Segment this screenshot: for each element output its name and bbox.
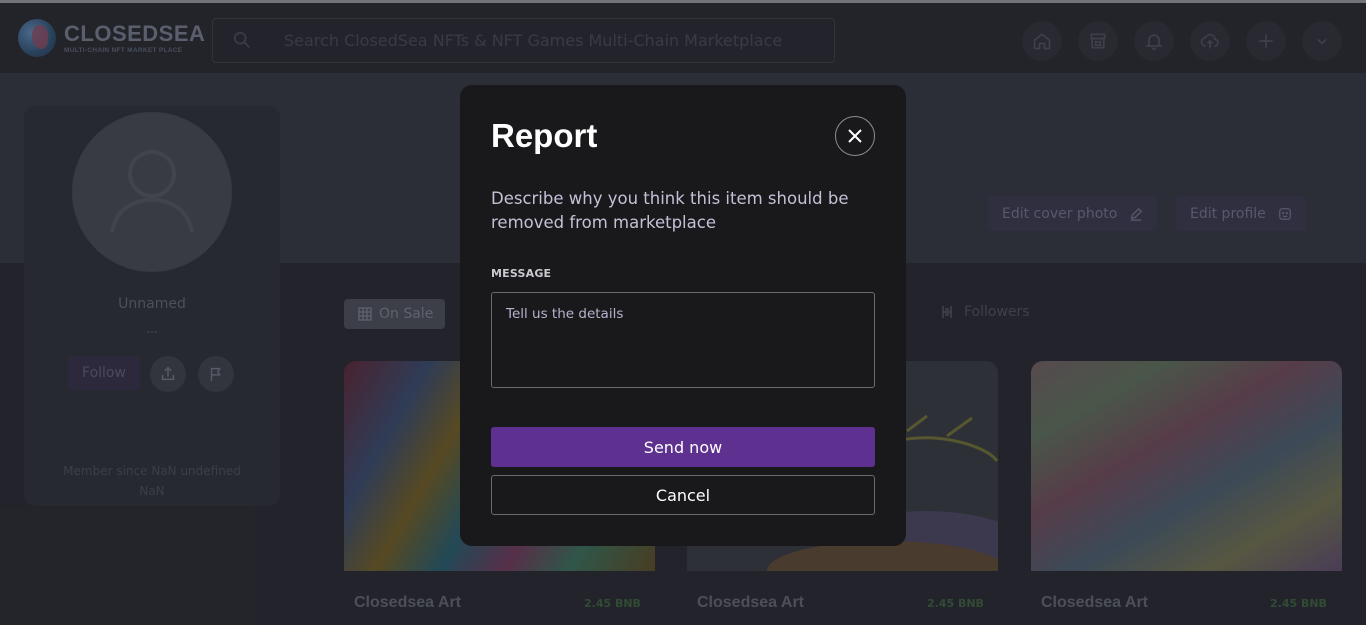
report-modal: Report Describe why you think this item … — [460, 85, 906, 546]
close-button[interactable] — [835, 116, 875, 156]
message-field — [491, 292, 875, 388]
message-label: MESSAGE — [491, 267, 552, 280]
close-icon — [848, 129, 862, 143]
message-textarea[interactable] — [492, 293, 874, 387]
send-now-button[interactable]: Send now — [491, 427, 875, 467]
cancel-button[interactable]: Cancel — [491, 475, 875, 515]
modal-title: Report — [491, 117, 598, 154]
modal-description: Describe why you think this item should … — [491, 189, 849, 232]
